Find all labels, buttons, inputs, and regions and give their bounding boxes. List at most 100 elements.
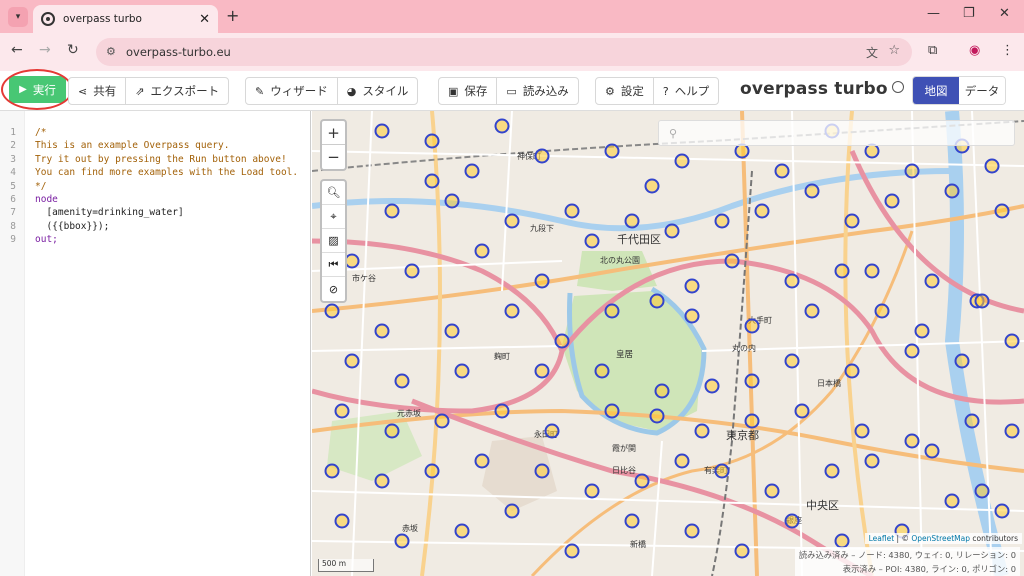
poi-marker[interactable] xyxy=(854,423,870,439)
poi-marker[interactable] xyxy=(724,253,740,269)
poi-marker[interactable] xyxy=(404,263,420,279)
new-tab-button[interactable]: + xyxy=(226,6,239,25)
poi-marker[interactable] xyxy=(494,403,510,419)
poi-marker[interactable] xyxy=(424,463,440,479)
poi-marker[interactable] xyxy=(664,223,680,239)
poi-marker[interactable] xyxy=(324,463,340,479)
poi-marker[interactable] xyxy=(874,303,890,319)
code-line[interactable]: Try it out by pressing the Run button ab… xyxy=(35,154,287,165)
poi-marker[interactable] xyxy=(744,373,760,389)
poi-marker[interactable] xyxy=(784,513,800,529)
poi-marker[interactable] xyxy=(584,483,600,499)
poi-marker[interactable] xyxy=(944,183,960,199)
zoom-out-button[interactable]: − xyxy=(322,145,345,169)
poi-marker[interactable] xyxy=(684,308,700,324)
poi-marker[interactable] xyxy=(649,293,665,309)
poi-marker[interactable] xyxy=(534,463,550,479)
poi-marker[interactable] xyxy=(904,433,920,449)
leaflet-link[interactable]: Leaflet xyxy=(869,534,895,543)
browser-tab[interactable]: overpass turbo ✕ xyxy=(33,5,218,33)
poi-marker[interactable] xyxy=(604,403,620,419)
restore-icon[interactable]: ❐ xyxy=(963,6,975,21)
poi-marker[interactable] xyxy=(944,493,960,509)
poi-marker[interactable] xyxy=(864,453,880,469)
poi-marker[interactable] xyxy=(534,273,550,289)
poi-marker[interactable] xyxy=(534,363,550,379)
poi-marker[interactable] xyxy=(714,213,730,229)
poi-marker[interactable] xyxy=(674,453,690,469)
poi-marker[interactable] xyxy=(844,363,860,379)
poi-marker[interactable] xyxy=(714,463,730,479)
code-line[interactable]: */ xyxy=(35,181,46,192)
poi-marker[interactable] xyxy=(504,303,520,319)
close-tab-icon[interactable]: ✕ xyxy=(199,12,210,27)
poi-marker[interactable] xyxy=(904,163,920,179)
forward-icon[interactable]: → xyxy=(39,42,51,58)
wizard-button[interactable]: ✎ ウィザード xyxy=(246,78,338,104)
poi-marker[interactable] xyxy=(834,533,850,549)
poi-marker[interactable] xyxy=(334,403,350,419)
poi-marker[interactable] xyxy=(454,363,470,379)
poi-marker[interactable] xyxy=(994,503,1010,519)
poi-marker[interactable] xyxy=(804,183,820,199)
poi-marker[interactable] xyxy=(444,193,460,209)
code-line[interactable]: [amenity=drinking_water] xyxy=(35,207,183,218)
poi-marker[interactable] xyxy=(384,203,400,219)
help-button[interactable]: ? ヘルプ xyxy=(654,78,718,104)
poi-marker[interactable] xyxy=(564,543,580,559)
poi-marker[interactable] xyxy=(504,503,520,519)
poi-marker[interactable] xyxy=(864,143,880,159)
poi-marker[interactable] xyxy=(754,203,770,219)
back-icon[interactable]: ← xyxy=(11,42,23,58)
zoom-in-button[interactable]: + xyxy=(322,121,345,145)
poi-marker[interactable] xyxy=(924,443,940,459)
poi-marker[interactable] xyxy=(844,213,860,229)
poi-marker[interactable] xyxy=(394,373,410,389)
poi-marker[interactable] xyxy=(374,323,390,339)
code-line[interactable]: /* xyxy=(35,127,46,138)
poi-marker[interactable] xyxy=(374,473,390,489)
poi-marker[interactable] xyxy=(834,263,850,279)
poi-marker[interactable] xyxy=(344,353,360,369)
poi-marker[interactable] xyxy=(494,118,510,134)
poi-marker[interactable] xyxy=(444,323,460,339)
code-line[interactable]: out; xyxy=(35,234,58,245)
clear-data-icon[interactable]: ⊘ xyxy=(322,277,345,301)
tab-data[interactable]: データ xyxy=(959,77,1005,104)
style-button[interactable]: ◕ スタイル xyxy=(338,78,418,104)
poi-marker[interactable] xyxy=(334,513,350,529)
bookmark-star-icon[interactable]: ☆ xyxy=(888,43,900,58)
poi-marker[interactable] xyxy=(654,383,670,399)
poi-marker[interactable] xyxy=(604,143,620,159)
poi-marker[interactable] xyxy=(604,303,620,319)
poi-marker[interactable] xyxy=(964,413,980,429)
poi-marker[interactable] xyxy=(764,483,780,499)
poi-marker[interactable] xyxy=(954,353,970,369)
translate-icon[interactable]: 文 xyxy=(866,44,878,61)
extensions-icon[interactable]: ⧉ xyxy=(928,43,937,58)
poi-marker[interactable] xyxy=(434,413,450,429)
poi-marker[interactable] xyxy=(554,333,570,349)
osm-link[interactable]: OpenStreetMap xyxy=(911,534,970,543)
export-image-icon[interactable]: ▨ xyxy=(322,229,345,253)
run-button[interactable]: ▶ 実行 xyxy=(9,76,66,103)
poi-marker[interactable] xyxy=(744,318,760,334)
poi-marker[interactable] xyxy=(734,543,750,559)
zoom-to-data-icon[interactable]: 🔍︎ xyxy=(322,181,345,205)
poi-marker[interactable] xyxy=(1004,423,1020,439)
poi-marker[interactable] xyxy=(564,203,580,219)
export-button[interactable]: ⇗ エクスポート xyxy=(126,78,228,104)
poi-marker[interactable] xyxy=(424,173,440,189)
browser-menu-icon[interactable]: ⋮ xyxy=(1001,43,1014,58)
poi-marker[interactable] xyxy=(684,278,700,294)
poi-marker[interactable] xyxy=(504,213,520,229)
url-bar[interactable]: ⚙ overpass-turbo.eu 文 ☆ xyxy=(96,38,912,66)
poi-marker[interactable] xyxy=(544,423,560,439)
poi-marker[interactable] xyxy=(394,533,410,549)
poi-marker[interactable] xyxy=(1004,333,1020,349)
poi-marker[interactable] xyxy=(474,243,490,259)
poi-marker[interactable] xyxy=(984,158,1000,174)
poi-marker[interactable] xyxy=(324,303,340,319)
poi-marker[interactable] xyxy=(594,363,610,379)
poi-marker[interactable] xyxy=(584,233,600,249)
